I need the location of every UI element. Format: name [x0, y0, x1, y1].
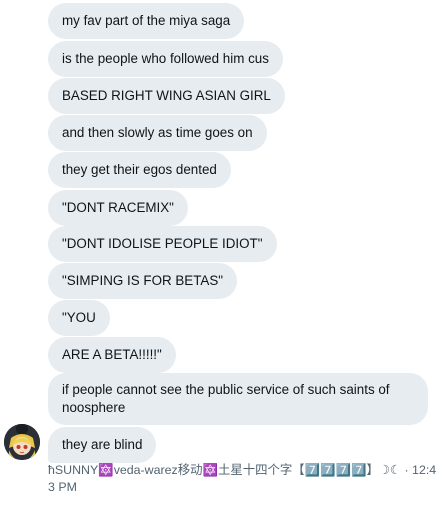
message-text: ARE A BETA!!!!!" [62, 347, 162, 362]
message-text: "SIMPING IS FOR BETAS" [62, 273, 224, 288]
avatar-anime-girl-icon [4, 424, 40, 460]
message-text: if people cannot see the public service … [62, 382, 390, 415]
dm-thread: my fav part of the miya saga is the peop… [0, 0, 441, 507]
message-text: "YOU [62, 310, 96, 325]
message-text: they get their egos dented [62, 162, 217, 177]
message-bubble[interactable]: they get their egos dented [48, 152, 231, 188]
message-bubble[interactable]: and then slowly as time goes on [48, 115, 267, 151]
message-text: they are blind [62, 437, 143, 452]
message-bubble[interactable]: "DONT RACEMIX" [48, 190, 188, 226]
message-text: my fav part of the miya saga [62, 13, 231, 28]
message-text: "DONT IDOLISE PEOPLE IDIOT" [62, 236, 263, 251]
message-text: and then slowly as time goes on [62, 125, 253, 140]
message-bubble[interactable]: "DONT IDOLISE PEOPLE IDIOT" [48, 226, 277, 262]
message-bubble[interactable]: BASED RIGHT WING ASIAN GIRL [48, 78, 285, 114]
message-bubble[interactable]: is the people who followed him cus [48, 41, 283, 77]
message-text: is the people who followed him cus [62, 51, 269, 66]
message-text: "DONT RACEMIX" [62, 200, 174, 215]
message-bubble[interactable]: my fav part of the miya saga [48, 3, 245, 39]
message-bubble[interactable]: "SIMPING IS FOR BETAS" [48, 263, 238, 299]
sender-name[interactable]: ħSUNNY🔯veda-warez移动🔯土星十四个字【7️⃣7️⃣7️⃣7️⃣】… [48, 463, 401, 477]
message-text: BASED RIGHT WING ASIAN GIRL [62, 88, 271, 103]
message-bubble[interactable]: if people cannot see the public service … [48, 373, 428, 425]
meta-separator: · [404, 463, 409, 477]
message-meta: ħSUNNY🔯veda-warez移动🔯土星十四个字【7️⃣7️⃣7️⃣7️⃣】… [48, 462, 438, 496]
message-bubble[interactable]: they are blind [48, 427, 157, 463]
avatar[interactable] [4, 424, 40, 460]
message-bubble[interactable]: "YOU [48, 300, 110, 336]
message-bubble[interactable]: ARE A BETA!!!!!" [48, 337, 176, 373]
